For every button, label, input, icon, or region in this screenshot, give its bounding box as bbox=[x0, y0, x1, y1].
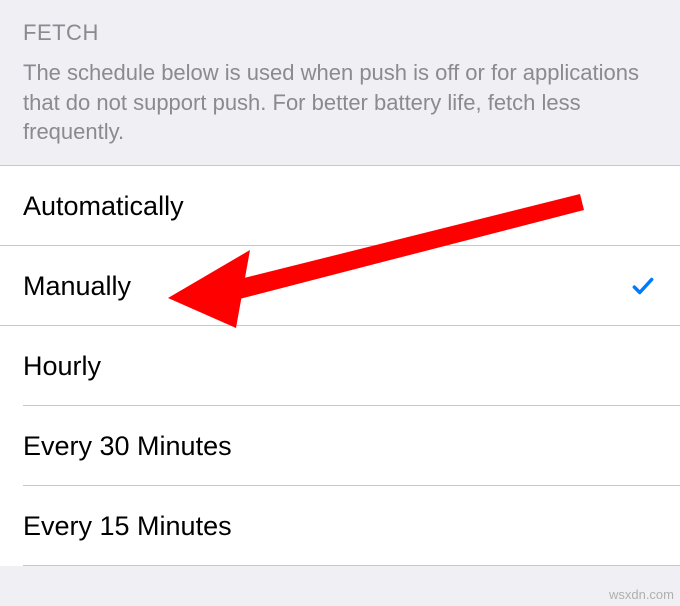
watermark: wsxdn.com bbox=[609, 587, 674, 602]
option-hourly[interactable]: Hourly bbox=[0, 326, 680, 406]
section-description: The schedule below is used when push is … bbox=[0, 54, 680, 165]
option-automatically[interactable]: Automatically bbox=[0, 166, 680, 246]
option-label: Hourly bbox=[23, 351, 101, 382]
option-every-15-minutes[interactable]: Every 15 Minutes bbox=[0, 486, 680, 566]
option-label: Every 30 Minutes bbox=[23, 431, 232, 462]
option-label: Every 15 Minutes bbox=[23, 511, 232, 542]
checkmark-icon bbox=[629, 272, 657, 300]
option-every-30-minutes[interactable]: Every 30 Minutes bbox=[0, 406, 680, 486]
option-label: Manually bbox=[23, 271, 131, 302]
option-label: Automatically bbox=[23, 191, 184, 222]
option-manually[interactable]: Manually bbox=[0, 246, 680, 326]
section-header: FETCH bbox=[0, 0, 680, 54]
fetch-options-list: Automatically Manually Hourly Every 30 M… bbox=[0, 165, 680, 566]
